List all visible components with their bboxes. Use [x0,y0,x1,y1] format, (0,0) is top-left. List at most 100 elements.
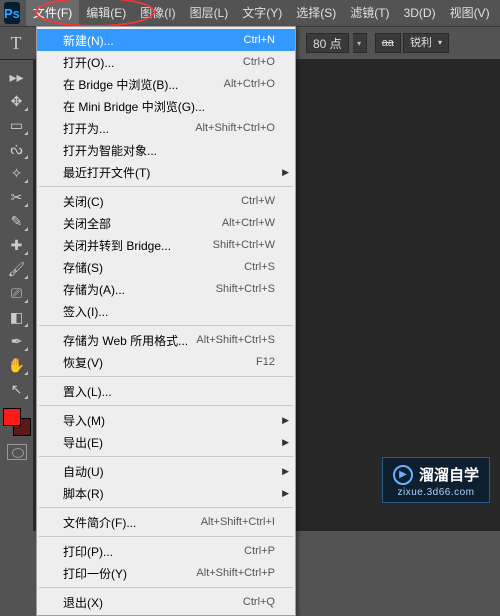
menu-window[interactable]: 窗口 [497,0,500,26]
menu-item-shortcut: Alt+Shift+Ctrl+I [201,516,275,528]
menu-item-shortcut: Ctrl+O [243,56,275,68]
crop-tool-icon[interactable]: ✂ [5,186,29,208]
menu-separator [39,325,293,326]
quickmask-icon[interactable] [7,444,27,460]
menu-separator [39,456,293,457]
menu-view[interactable]: 视图(V) [443,0,497,26]
menu-item-label: 文件简介(F)... [63,514,136,531]
file-menu-item[interactable]: 打印(P)... Ctrl+P [37,540,295,562]
panel-collapse-icon[interactable]: ▸▸ [5,66,29,88]
menu-item-shortcut: F12 [256,356,275,368]
heal-tool-icon[interactable]: ✚ [5,234,29,256]
eyedropper-tool-icon[interactable]: ✎ [5,210,29,232]
file-menu-item[interactable]: 导出(E)▶ [37,431,295,453]
color-swatches[interactable] [3,408,31,436]
file-menu-item[interactable]: 自动(U)▶ [37,460,295,482]
arrow-tool-icon[interactable]: ↖ [5,378,29,400]
font-size-field[interactable]: 80 点 ▾ [306,33,367,53]
menu-edit[interactable]: 编辑(E) [79,0,133,26]
file-menu-item[interactable]: 恢复(V) F12 [37,351,295,373]
file-menu-item[interactable]: 关闭并转到 Bridge...Shift+Ctrl+W [37,234,295,256]
menu-item-label: 存储为 Web 所用格式... [63,332,188,349]
file-menu-item[interactable]: 关闭全部Alt+Ctrl+W [37,212,295,234]
ps-logo-icon: Ps [4,2,20,24]
menu-item-label: 置入(L)... [63,383,112,400]
menu-item-shortcut: Ctrl+N [244,34,275,46]
menu-layer[interactable]: 图层(L) [183,0,236,26]
menu-separator [39,186,293,187]
menu-item-shortcut: Ctrl+P [244,545,275,557]
menu-item-label: 在 Bridge 中浏览(B)... [63,76,178,93]
menu-item-label: 打印(P)... [63,543,113,560]
file-menu-item[interactable]: 存储为 Web 所用格式... Alt+Shift+Ctrl+S [37,329,295,351]
file-menu-item[interactable]: 打开为...Alt+Shift+Ctrl+O [37,117,295,139]
file-menu-item[interactable]: 打开(O)...Ctrl+O [37,51,295,73]
menu-separator [39,536,293,537]
menu-separator [39,507,293,508]
file-menu-item[interactable]: 打开为智能对象... [37,139,295,161]
submenu-arrow-icon: ▶ [282,488,289,499]
pen-tool-icon[interactable]: ✒ [5,330,29,352]
file-menu-item[interactable]: 脚本(R) ▶ [37,482,295,504]
menu-item-label: 最近打开文件(T) [63,164,150,181]
menu-item-label: 新建(N)... [63,32,114,49]
menu-item-label: 在 Mini Bridge 中浏览(G)... [63,98,205,115]
menubar: Ps 文件(F) 编辑(E) 图像(I) 图层(L) 文字(Y) 选择(S) 滤… [0,0,500,26]
type-tool-icon[interactable]: T [6,32,26,54]
menu-item-label: 存储(S) [63,259,103,276]
file-menu-item[interactable]: 存储(S) Ctrl+S [37,256,295,278]
menu-separator [39,376,293,377]
submenu-arrow-icon: ▶ [282,437,289,448]
file-menu-item[interactable]: 存储为(A)...Shift+Ctrl+S [37,278,295,300]
menu-image[interactable]: 图像(I) [133,0,182,26]
menu-3d[interactable]: 3D(D) [397,0,443,26]
menu-file[interactable]: 文件(F) [26,0,79,26]
menu-type[interactable]: 文字(Y) [235,0,289,26]
file-menu-item[interactable]: 打印一份(Y)Alt+Shift+Ctrl+P [37,562,295,584]
antialias-select[interactable]: 锐利 ▾ [403,33,449,53]
file-menu-item[interactable]: 最近打开文件(T)▶ [37,161,295,183]
menu-item-label: 恢复(V) [63,354,103,371]
menu-item-label: 脚本(R) [63,485,104,502]
menu-item-shortcut: Alt+Shift+Ctrl+O [195,122,275,134]
watermark-text: 溜溜自学 [419,464,479,485]
play-icon: ▶ [393,465,413,485]
file-menu-item[interactable]: 退出(X)Ctrl+Q [37,591,295,613]
hand-tool-icon[interactable]: ✋ [5,354,29,376]
file-menu-item[interactable]: 导入(M)▶ [37,409,295,431]
chevron-down-icon[interactable]: ▾ [353,33,367,53]
file-menu-item[interactable]: 置入(L)... [37,380,295,402]
watermark-url: zixue.3d66.com [397,487,474,498]
file-menu-item[interactable]: 在 Bridge 中浏览(B)... Alt+Ctrl+O [37,73,295,95]
menu-item-label: 打开为智能对象... [63,142,157,159]
file-menu-item[interactable]: 关闭(C)Ctrl+W [37,190,295,212]
menu-item-label: 打印一份(Y) [63,565,127,582]
brush-tool-icon[interactable]: 🖌 [5,258,29,280]
menu-filter[interactable]: 滤镜(T) [343,0,396,26]
font-size-value[interactable]: 80 点 [306,33,349,53]
menu-item-label: 存储为(A)... [63,281,125,298]
eraser-tool-icon[interactable]: ◧ [5,306,29,328]
move-tool-icon[interactable]: ✥ [5,90,29,112]
menu-item-shortcut: Alt+Shift+Ctrl+S [196,334,275,346]
menu-item-shortcut: Alt+Ctrl+W [222,217,275,229]
menu-item-shortcut: Alt+Ctrl+O [224,78,275,90]
lasso-tool-icon[interactable]: ᔔ [5,138,29,160]
menu-select[interactable]: 选择(S) [289,0,343,26]
file-menu-item[interactable]: 签入(I)... [37,300,295,322]
menu-item-label: 退出(X) [63,594,103,611]
file-menu-item[interactable]: 新建(N)... Ctrl+N [37,29,295,51]
watermark: ▶ 溜溜自学 zixue.3d66.com [382,457,490,503]
file-menu-item[interactable]: 文件简介(F)... Alt+Shift+Ctrl+I [37,511,295,533]
wand-tool-icon[interactable]: ✧ [5,162,29,184]
foreground-swatch[interactable] [3,408,21,426]
menu-item-label: 关闭(C) [63,193,104,210]
menu-separator [39,405,293,406]
marquee-tool-icon[interactable]: ▭ [5,114,29,136]
menu-separator [39,587,293,588]
file-menu-item[interactable]: 在 Mini Bridge 中浏览(G)... [37,95,295,117]
chevron-down-icon[interactable]: ▾ [438,35,442,51]
file-menu-dropdown: 新建(N)...Ctrl+N打开(O)...Ctrl+O在 Bridge 中浏览… [36,26,296,616]
stamp-tool-icon[interactable]: ⎚ [5,282,29,304]
menu-item-shortcut: Ctrl+S [244,261,275,273]
